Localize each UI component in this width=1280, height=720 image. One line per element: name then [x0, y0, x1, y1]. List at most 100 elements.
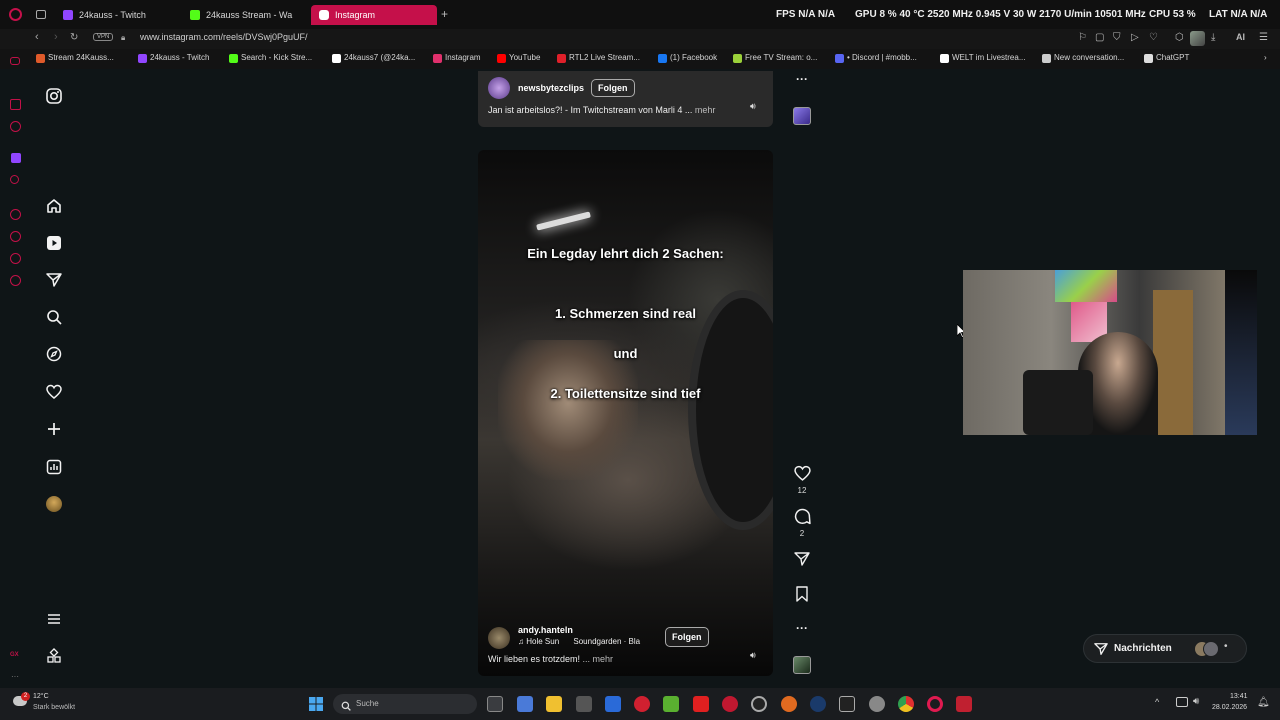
reel-author-handle[interactable]: andy.hanteln — [518, 625, 573, 635]
lock-icon[interactable]: 🔒︎ — [121, 33, 125, 43]
settings-icon[interactable] — [10, 275, 21, 286]
bookmark-item[interactable]: 24kauss7 (@24ka... — [332, 53, 415, 63]
workspaces-icon[interactable] — [36, 10, 46, 19]
terminal-app-icon[interactable] — [839, 696, 855, 712]
more-menu-icon[interactable] — [44, 609, 64, 629]
bookmark-item[interactable]: • Discord | #mobb... — [835, 53, 917, 63]
network-icon[interactable] — [1176, 697, 1188, 707]
dashboard-icon[interactable] — [44, 457, 64, 477]
profile-avatar-icon[interactable] — [44, 494, 64, 514]
bookmarks-overflow-icon[interactable]: › — [1252, 53, 1267, 62]
messages-pill[interactable]: Nachrichten • — [1083, 634, 1247, 663]
red-app-icon[interactable] — [634, 696, 650, 712]
vpn-badge[interactable]: VPN — [93, 33, 114, 41]
share-icon[interactable] — [792, 551, 812, 572]
previous-reel-audio-thumb[interactable] — [793, 107, 811, 125]
reel-author-handle[interactable]: newsbytezclips — [518, 83, 584, 93]
home-icon[interactable] — [44, 196, 64, 216]
easy-setup-icon[interactable]: ☰ — [1259, 32, 1268, 43]
steam-icon[interactable] — [810, 696, 826, 712]
gear-app-icon[interactable] — [869, 696, 885, 712]
bookmark-item[interactable]: (1) Facebook — [658, 53, 717, 63]
bookmark-item[interactable]: Search - Kick Stre... — [229, 53, 312, 63]
calculator-icon[interactable] — [517, 696, 533, 712]
snapshot-icon[interactable]: ▢ — [1095, 32, 1104, 43]
bookmark-item[interactable]: Free TV Stream: o... — [733, 53, 817, 63]
save-bookmark-icon[interactable] — [792, 586, 812, 607]
extensions-icon[interactable]: ⬡ — [1175, 32, 1184, 43]
messages-nav-icon[interactable] — [44, 270, 64, 290]
reload-icon[interactable]: ↻ — [70, 32, 78, 43]
instagram-logo-icon[interactable] — [44, 86, 64, 106]
create-plus-icon[interactable] — [44, 419, 64, 439]
follow-button[interactable]: Folgen — [591, 79, 635, 97]
taskbar-search-box[interactable]: Suche — [333, 694, 477, 714]
notification-bell-icon[interactable]: 🔔︎ — [1257, 697, 1270, 708]
red-app-2-icon[interactable] — [956, 696, 972, 712]
bookmark-item[interactable]: 24kauss - Twitch — [138, 53, 209, 63]
messenger-icon[interactable] — [10, 121, 21, 132]
flow-icon[interactable] — [10, 99, 21, 110]
twitch-sidebar-icon[interactable] — [11, 153, 21, 163]
file-explorer-icon[interactable] — [546, 696, 562, 712]
sidebar-more-icon[interactable]: ··· — [11, 672, 19, 681]
reel-author-avatar[interactable] — [488, 627, 510, 649]
tab-kick[interactable]: 24kauss Stream - Wa — [182, 5, 304, 25]
player-icon[interactable]: ▷ — [1131, 32, 1139, 43]
visual-studio-icon[interactable] — [605, 696, 621, 712]
reel-author-avatar[interactable] — [488, 77, 510, 99]
opera-menu-icon[interactable] — [9, 8, 22, 21]
task-view-icon[interactable] — [487, 696, 503, 712]
url-field[interactable]: www.instagram.com/reels/DVSwj0PguUF/ — [140, 32, 308, 42]
download-icon[interactable]: ⤓ — [1211, 32, 1215, 43]
reel-audio[interactable]: ♫ Hole Sun Soundgarden · Bla — [518, 637, 640, 646]
taskbar-date[interactable]: 28.02.2026 — [1212, 704, 1247, 711]
audio-thumbnail[interactable] — [793, 656, 811, 674]
current-reel[interactable]: Ein Legday lehrt dich 2 Sachen: 1. Schme… — [478, 150, 773, 676]
heart-icon[interactable]: ♡ — [1149, 32, 1158, 43]
bookmark-item[interactable]: Instagram — [433, 53, 481, 63]
new-tab-button[interactable]: + — [441, 7, 448, 21]
back-icon[interactable]: ‹ — [35, 31, 39, 43]
orange-app-icon[interactable] — [781, 696, 797, 712]
mute-icon[interactable]: 🔊︎ — [750, 101, 756, 112]
mouse-app-icon[interactable] — [576, 696, 592, 712]
tab-twitch[interactable]: 24kauss - Twitch — [55, 5, 180, 25]
previous-reel[interactable]: newsbytezclips Folgen Jan ist arbeitslos… — [478, 71, 773, 127]
explore-icon[interactable] — [44, 344, 64, 364]
notifications-heart-icon[interactable] — [44, 382, 64, 402]
volume-icon[interactable]: 🔊︎ — [1193, 696, 1199, 707]
follow-button[interactable]: Folgen — [665, 627, 709, 647]
opera-gx-taskbar-icon[interactable] — [927, 696, 943, 712]
like-heart-icon[interactable] — [792, 465, 812, 487]
profile-avatar[interactable] — [1190, 31, 1205, 46]
chrome-icon[interactable] — [898, 696, 914, 712]
extensions-sidebar-icon[interactable] — [10, 253, 21, 264]
windows-start-icon[interactable] — [309, 697, 323, 711]
reels-icon[interactable] — [44, 233, 64, 253]
bookmark-item[interactable]: New conversation... — [1042, 53, 1124, 63]
weather-temp[interactable]: 12°C — [33, 693, 49, 700]
rec-app-icon[interactable] — [722, 696, 738, 712]
search-icon[interactable] — [44, 307, 64, 327]
caption-more-link[interactable]: mehr — [695, 105, 716, 115]
green-stack-icon[interactable] — [663, 696, 679, 712]
taskbar-time[interactable]: 13:41 — [1230, 693, 1248, 700]
bookmark-item[interactable]: WELT im Livestrea... — [940, 53, 1026, 63]
sidebar-app-icon[interactable] — [10, 175, 19, 184]
more-options-icon[interactable]: ··· — [792, 621, 812, 635]
bookmark-item[interactable]: ChatGPT — [1144, 53, 1189, 63]
weather-desc[interactable]: Stark bewölkt — [33, 704, 75, 711]
bookmark-item[interactable]: YouTube — [497, 53, 540, 63]
ai-label[interactable]: AI — [1236, 32, 1245, 42]
gx-icon[interactable]: GX — [10, 652, 19, 658]
comment-icon[interactable] — [792, 508, 812, 530]
aria-icon[interactable] — [10, 57, 20, 65]
mute-icon[interactable]: 🔊︎ — [750, 650, 756, 661]
caption-more-link[interactable]: ... mehr — [583, 654, 614, 664]
tab-instagram[interactable]: Instagram — [311, 5, 437, 25]
previous-reel-more-icon[interactable]: ··· — [792, 72, 812, 86]
tray-chevron-icon[interactable]: ^ — [1155, 697, 1159, 707]
bookmark-item[interactable]: Stream 24Kauss... — [36, 53, 114, 63]
youtube-music-icon[interactable] — [693, 696, 709, 712]
